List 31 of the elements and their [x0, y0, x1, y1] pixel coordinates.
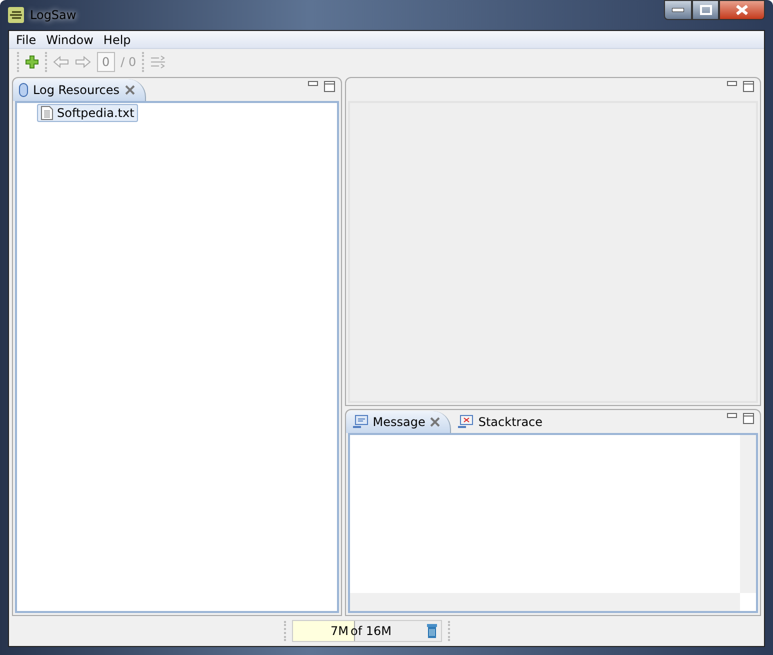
vertical-scrollbar[interactable]: [740, 435, 756, 593]
tree-item[interactable]: Softpedia.txt: [37, 104, 138, 122]
menu-item[interactable]: File: [11, 31, 42, 48]
trash-button[interactable]: [426, 623, 438, 639]
cylinder-icon: [19, 83, 28, 97]
maximize-window-button[interactable]: [692, 0, 719, 20]
tab[interactable]: Log Resources: [13, 79, 146, 101]
monitor-icon: [457, 415, 474, 430]
close-tab-button[interactable]: [430, 417, 440, 428]
window-title: LogSaw: [30, 8, 76, 22]
close-button[interactable]: [719, 0, 765, 20]
document-icon: [41, 106, 53, 120]
close-icon: [736, 5, 748, 15]
page-total: / 0: [120, 55, 136, 69]
app-icon: [8, 7, 24, 23]
tab[interactable]: Stacktrace: [451, 411, 553, 434]
memory-total: of 16M: [350, 624, 393, 638]
memory-used: 7M: [330, 624, 348, 638]
tab[interactable]: Message: [346, 411, 452, 434]
minimize-icon: [672, 8, 684, 12]
horizontal-scrollbar[interactable]: [350, 593, 740, 611]
maximize-button[interactable]: [324, 81, 335, 92]
maximize-button[interactable]: [743, 413, 754, 424]
close-tab-button[interactable]: [124, 85, 135, 95]
monitor-icon: [352, 415, 368, 430]
menu-item[interactable]: Help: [98, 31, 136, 48]
minimize-window-button[interactable]: [664, 0, 692, 20]
maximize-icon: [700, 5, 712, 15]
maximize-button[interactable]: [743, 81, 754, 92]
add-button[interactable]: [25, 55, 39, 69]
menu-item[interactable]: Window: [41, 31, 98, 48]
